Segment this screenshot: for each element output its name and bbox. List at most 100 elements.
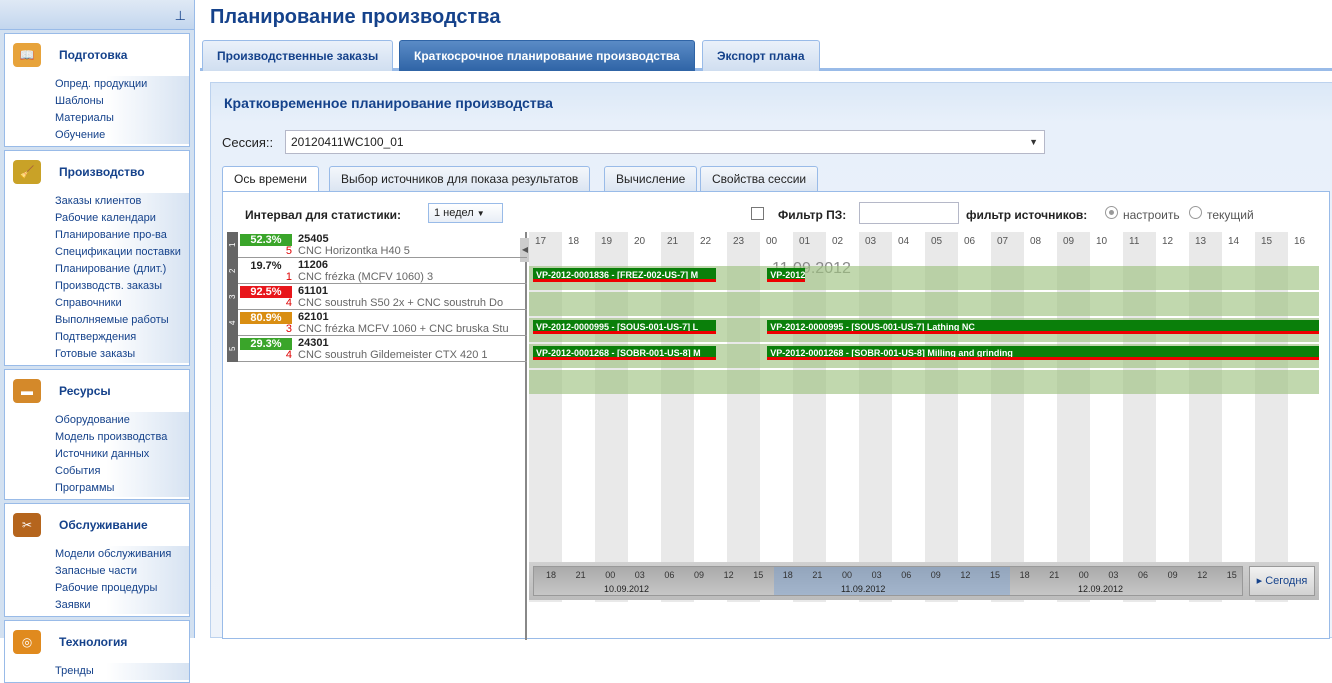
navigator-hour-label: 18: [546, 570, 557, 580]
sidebar-item[interactable]: Обучение: [5, 127, 189, 144]
sidebar-section-header[interactable]: 🧹 Производство: [5, 151, 189, 193]
sidebar-item[interactable]: Модель производства: [5, 429, 189, 446]
sidebar-item[interactable]: Тренды: [5, 663, 189, 680]
gantt-hour-label: 06: [964, 236, 976, 247]
sidebar-section: 📖 Подготовка Опред. продукции Шаблоны Матери…: [4, 33, 190, 147]
sidebar-section-header[interactable]: ◎ Технология: [5, 621, 189, 663]
sidebar-item[interactable]: Подтверждения: [5, 329, 189, 346]
gantt-hour-label: 17: [535, 236, 547, 247]
tab-calculation[interactable]: Вычисление: [604, 166, 698, 191]
navigator-hour-label: 00: [605, 570, 616, 580]
today-button[interactable]: ▸ Сегодня: [1249, 566, 1315, 596]
gantt-hour-label: 08: [1030, 236, 1042, 247]
sidebar-item[interactable]: Рабочие календари: [5, 210, 189, 227]
resource-row[interactable]: 3 92.5% 61101 4 CNC soustruh S50 2x + CNC so…: [227, 284, 527, 310]
sidebar-item[interactable]: Рабочие процедуры: [5, 580, 189, 597]
gantt-task-bar[interactable]: VP-2012: [767, 268, 805, 282]
sidebar-item[interactable]: Опред. продукции: [5, 76, 189, 93]
sidebar-section-header[interactable]: ✂ Обслуживание: [5, 504, 189, 546]
navigator-date-label: 10.09.2012: [604, 584, 650, 594]
gantt-task-bar[interactable]: VP-2012-0001836 - [FREZ-002-US-7] M: [533, 268, 716, 282]
tab-production-orders[interactable]: Производственные заказы: [202, 40, 394, 71]
sidebar-section-title: Ресурсы: [59, 384, 111, 398]
panel-title: Кратковременное планирование производств…: [224, 95, 553, 111]
sidebar-item[interactable]: Планирование про-ва: [5, 227, 189, 244]
sidebar-item[interactable]: Заказы клиентов: [5, 193, 189, 210]
sidebar-item[interactable]: Спецификации поставки: [5, 244, 189, 261]
sidebar-item[interactable]: Запасные части: [5, 563, 189, 580]
fpz-checkbox[interactable]: [751, 207, 764, 220]
fpz-input[interactable]: [859, 202, 959, 224]
chevron-down-icon[interactable]: ▼: [1029, 131, 1038, 153]
navigator-hour-label: 06: [901, 570, 912, 580]
sidebar-section-header[interactable]: ▬ Ресурсы: [5, 370, 189, 412]
navigator-hour-label: 06: [664, 570, 675, 580]
navigator-hour-label: 00: [1078, 570, 1089, 580]
session-select[interactable]: 20120411WC100_01 ▼: [285, 130, 1045, 154]
resource-row[interactable]: 1 52.3% 25405 5 CNC Horizontka H40 5: [227, 232, 527, 258]
gantt-hour-label: 15: [1261, 236, 1273, 247]
resource-number: 5: [227, 336, 238, 362]
gantt-task-bar[interactable]: VP-2012-0001268 - [SOBR-001-US-8] M: [533, 346, 716, 360]
resource-number: 3: [227, 284, 238, 310]
sidebar-item[interactable]: Источники данных: [5, 446, 189, 463]
navigator-hour-label: 21: [1049, 570, 1060, 580]
navigator-hour-label: 18: [1019, 570, 1030, 580]
gantt-task-bar[interactable]: VP-2012-0000995 - [SOUS-001-US-7] Lathin…: [767, 320, 1319, 334]
sidebar-item[interactable]: Планирование (длит.): [5, 261, 189, 278]
gantt-hour-label: 23: [733, 236, 745, 247]
radio-configure[interactable]: [1105, 206, 1118, 219]
sidebar-item[interactable]: Выполняемые работы: [5, 312, 189, 329]
resource-row[interactable]: 2 19.7% 11206 1 CNC frézka (MCFV 1060) 3: [227, 258, 527, 284]
tools-icon: ✂: [13, 513, 41, 537]
sidebar-item[interactable]: Модели обслуживания: [5, 546, 189, 563]
pin-icon[interactable]: ⊥: [175, 8, 186, 24]
navigator-hour-label: 15: [753, 570, 764, 580]
sidebar-item[interactable]: Программы: [5, 480, 189, 497]
tab-short-term-planning[interactable]: Краткосрочное планирование производства: [399, 40, 695, 71]
navigator-hour-label: 03: [871, 570, 882, 580]
sidebar-section-header[interactable]: 📖 Подготовка: [5, 34, 189, 76]
tab-export-plan[interactable]: Экспорт плана: [702, 40, 820, 71]
resource-name: CNC soustruh S50 2x + CNC soustruh Do: [298, 297, 504, 309]
gantt-task-bar[interactable]: VP-2012-0001268 - [SOBR-001-US-8] Millin…: [767, 346, 1319, 360]
resource-name: CNC frézka MCFV 1060 + CNC bruska Stu: [298, 323, 509, 335]
navigator-hour-label: 12: [960, 570, 971, 580]
resource-count: 1: [285, 271, 292, 283]
navigator-hour-label: 12: [723, 570, 734, 580]
gantt-task-bar[interactable]: VP-2012-0000995 - [SOUS-001-US-7] L: [533, 320, 716, 334]
navigator-hour-label: 15: [990, 570, 1001, 580]
tab-session-properties[interactable]: Свойства сессии: [700, 166, 819, 191]
navigator-hour-label: 03: [634, 570, 645, 580]
gantt-hour-label: 12: [1162, 236, 1174, 247]
sidebar-item[interactable]: Справочники: [5, 295, 189, 312]
gantt-hour-label: 10: [1096, 236, 1108, 247]
radio-current[interactable]: [1189, 206, 1202, 219]
sidebar-item[interactable]: Материалы: [5, 110, 189, 127]
navigator-hour-label: 09: [694, 570, 705, 580]
navigator-scroll[interactable]: 18 21 00 03 06 09 12 15 18 21 00 03 06 09 12 15 18 21 00 03…: [533, 566, 1243, 596]
navigator-window[interactable]: [774, 567, 1010, 595]
resource-row[interactable]: 4 80.9% 62101 3 CNC frézka MCFV 1060 + CNC b…: [227, 310, 527, 336]
timeline-navigator: 18 21 00 03 06 09 12 15 18 21 00 03 06 09 12 15 18 21 00 03…: [529, 562, 1319, 600]
interval-label: Интервал для статистики:: [245, 208, 401, 222]
interval-select[interactable]: 1 недел ▼: [428, 203, 503, 223]
navigator-hour-label: 15: [1226, 570, 1237, 580]
sidebar-item[interactable]: Производств. заказы: [5, 278, 189, 295]
sidebar-item[interactable]: Готовые заказы: [5, 346, 189, 363]
sidebar-item[interactable]: Оборудование: [5, 412, 189, 429]
resource-id: 25405: [298, 233, 329, 245]
sidebar-header: ⊥: [0, 0, 194, 30]
sidebar-item[interactable]: Шаблоны: [5, 93, 189, 110]
resource-count: 4: [285, 349, 292, 361]
tab-time-axis[interactable]: Ось времени: [222, 166, 319, 192]
tab-source-selection[interactable]: Выбор источников для показа результатов: [329, 166, 591, 191]
navigator-hour-label: 06: [1138, 570, 1149, 580]
sidebar-item[interactable]: События: [5, 463, 189, 480]
resource-row[interactable]: 5 29.3% 24301 4 CNC soustruh Gildemeister CT…: [227, 336, 527, 362]
navigator-hour-label: 09: [1167, 570, 1178, 580]
gantt-hour-label: 22: [700, 236, 712, 247]
gantt-hour-label: 05: [931, 236, 943, 247]
planning-panel: Кратковременное планирование производств…: [210, 82, 1332, 640]
sidebar-item[interactable]: Заявки: [5, 597, 189, 614]
